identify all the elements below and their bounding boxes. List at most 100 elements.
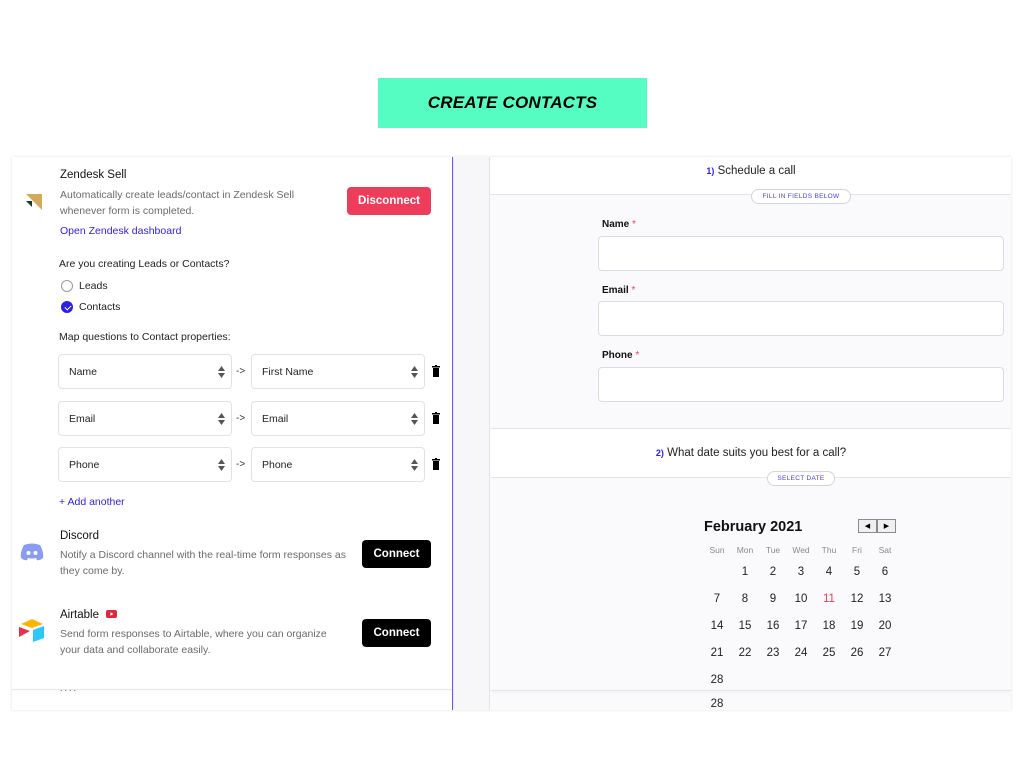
next-month-button[interactable]: ▶ [877, 519, 896, 533]
weekday-label: Sun [709, 545, 725, 555]
select-updown-icon [218, 413, 225, 425]
trash-icon[interactable] [432, 365, 440, 377]
calendar-day[interactable]: 19 [843, 620, 871, 632]
weekday-label: Thu [821, 545, 837, 555]
leads-or-contacts-question: Are you creating Leads or Contacts? [59, 258, 230, 270]
email-input[interactable] [598, 301, 1004, 336]
question-2-text: What date suits you best for a call? [667, 447, 847, 459]
calendar-day[interactable]: 9 [759, 593, 787, 605]
phone-label-text: Phone [602, 350, 633, 361]
calendar-day[interactable]: 17 [787, 620, 815, 632]
trash-icon[interactable] [432, 458, 440, 470]
property-select[interactable]: Email [251, 401, 425, 436]
phone-input[interactable] [598, 367, 1004, 402]
calendar-day[interactable]: 10 [787, 593, 815, 605]
calendar-day[interactable]: 16 [759, 620, 787, 632]
mapping-arrow: -> [236, 366, 246, 377]
name-input[interactable] [598, 236, 1004, 271]
calendar-day[interactable]: 6 [871, 566, 899, 578]
discord-integration: Discord Notify a Discord channel with th… [12, 527, 452, 587]
add-another-link[interactable]: + Add another [59, 496, 125, 508]
required-asterisk: * [631, 285, 636, 296]
name-label-text: Name [602, 219, 630, 230]
calendar-day[interactable]: 3 [787, 566, 815, 578]
calendar-day[interactable]: 5 [843, 566, 871, 578]
weekday-label: Mon [736, 545, 754, 555]
weekday-label: Wed [792, 545, 810, 555]
airtable-connect-button[interactable]: Connect [362, 619, 431, 647]
calendar-day[interactable]: 8 [731, 593, 759, 605]
weekday-label: Sat [878, 545, 892, 555]
trash-icon[interactable] [432, 412, 440, 424]
calendar-day[interactable]: 28 [703, 674, 731, 686]
zendesk-logo-icon [26, 194, 42, 210]
discord-connect-button[interactable]: Connect [362, 540, 431, 568]
calendar-day[interactable]: 22 [731, 647, 759, 659]
calendar-day[interactable]: 13 [871, 593, 899, 605]
form-preview-panel: 1) Schedule a call FILL IN FIELDS BELOW … [454, 157, 1011, 710]
mapping-row: Email -> Email [58, 401, 448, 436]
zendesk-name: Zendesk Sell [60, 169, 127, 181]
calendar-day[interactable]: 18 [815, 620, 843, 632]
zendesk-description-2: whenever form is completed. [60, 205, 195, 217]
calendar-day[interactable]: 2 [759, 566, 787, 578]
airtable-description-2: your data and collaborate easily. [60, 644, 211, 656]
open-zendesk-dashboard-link[interactable]: Open Zendesk dashboard [60, 225, 181, 237]
disconnect-button[interactable]: Disconnect [347, 187, 431, 215]
select-updown-icon [411, 459, 418, 471]
integrations-panel: Zendesk Sell Automatically create leads/… [12, 157, 453, 710]
calendar-day[interactable]: 28 [703, 698, 731, 710]
radio-contacts-label: Contacts [79, 301, 121, 313]
question-2-header: 2) What date suits you best for a call? [491, 428, 1011, 478]
calendar-day[interactable]: 4 [815, 566, 843, 578]
calendar-day[interactable]: 25 [815, 647, 843, 659]
select-date-pill: SELECT DATE [767, 471, 835, 486]
weekday-label: Tue [765, 545, 781, 555]
airtable-integration: Airtable Send form responses to Airtable… [12, 606, 452, 666]
question-2-title: 2) What date suits you best for a call? [491, 447, 1011, 459]
airtable-name: Airtable [60, 609, 118, 621]
calendar-day[interactable]: 20 [871, 620, 899, 632]
select-updown-icon [218, 366, 225, 378]
question-select[interactable]: Name [58, 354, 232, 389]
calendar-day[interactable]: 15 [731, 620, 759, 632]
email-field-label: Email * [602, 285, 635, 296]
calendar-day[interactable]: 7 [703, 593, 731, 605]
question-select[interactable]: Email [58, 401, 232, 436]
map-questions-label: Map questions to Contact properties: [59, 331, 231, 343]
truncated-item-text: .... [60, 683, 79, 693]
panel-divider [12, 689, 452, 690]
email-label-text: Email [602, 285, 629, 296]
radio-leads[interactable]: Leads [61, 280, 108, 292]
radio-leads-label: Leads [79, 280, 108, 292]
property-select[interactable]: Phone [251, 447, 425, 482]
calendar-day[interactable]: 24 [787, 647, 815, 659]
calendar-day[interactable]: 27 [871, 647, 899, 659]
youtube-icon[interactable] [106, 610, 118, 618]
calendar-month: February 2021 [704, 519, 803, 535]
discord-description-2: they come by. [60, 565, 125, 577]
question-select[interactable]: Phone [58, 447, 232, 482]
property-select-value: First Name [262, 365, 314, 378]
calendar-day[interactable]: 14 [703, 620, 731, 632]
calendar-day[interactable]: 1 [731, 566, 759, 578]
calendar-day[interactable]: 21 [703, 647, 731, 659]
calendar-day[interactable]: 26 [843, 647, 871, 659]
calendar-day[interactable]: 12 [843, 593, 871, 605]
discord-logo-icon [20, 543, 44, 561]
radio-checked-icon[interactable] [61, 301, 73, 313]
question-2-number: 2) [655, 448, 664, 458]
truncated-item-text: .... [60, 703, 79, 710]
radio-unchecked-icon[interactable] [61, 280, 73, 292]
prev-month-button[interactable]: ◀ [858, 519, 877, 533]
property-select[interactable]: First Name [251, 354, 425, 389]
title-banner: CREATE CONTACTS [378, 78, 647, 128]
zendesk-integration: Zendesk Sell Automatically create leads/… [12, 157, 452, 257]
radio-contacts[interactable]: Contacts [61, 301, 120, 313]
calendar-day[interactable]: 23 [759, 647, 787, 659]
panel-divider [491, 690, 1011, 691]
required-asterisk: * [635, 350, 640, 361]
calendar-day-today[interactable]: 11 [815, 593, 843, 605]
airtable-description-1: Send form responses to Airtable, where y… [60, 628, 327, 640]
mapping-arrow: -> [236, 413, 246, 424]
